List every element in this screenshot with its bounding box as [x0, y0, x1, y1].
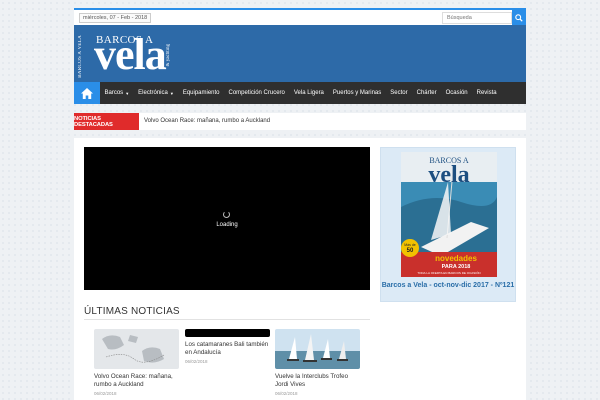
top-bar: miércoles, 07 - Feb - 2018	[74, 8, 526, 25]
caret-down-icon: ▼	[169, 90, 174, 96]
sailboats-thumbnail-image	[275, 329, 360, 369]
nav-item-label: Puertos y Marinas	[332, 90, 382, 96]
section-divider	[84, 319, 370, 320]
nav-item-label: Competición Crucero	[228, 90, 285, 96]
nav-item-electronica[interactable]: Electrónica ▼	[134, 82, 179, 104]
nav-item-label: Ocasión	[445, 90, 468, 96]
nav-item-label: Equipamiento	[182, 90, 220, 96]
nav-item-charter[interactable]: Chárter	[412, 82, 441, 104]
nav-item-vela-ligera[interactable]: Vela Ligera	[289, 82, 328, 104]
current-date: miércoles, 07 - Feb - 2018	[79, 13, 152, 23]
search-input[interactable]	[442, 12, 512, 24]
site-logo[interactable]: vela	[94, 33, 167, 77]
news-thumbnail[interactable]	[94, 329, 179, 369]
news-card[interactable]: Los catamaranes Bali también en Andalucí…	[185, 329, 270, 364]
video-player[interactable]: Loading	[84, 147, 370, 290]
nav-item-sector[interactable]: Sector	[386, 82, 412, 104]
cover-novedades-text: novedades	[435, 254, 477, 263]
nav-item-label: Electrónica	[138, 90, 168, 96]
magazine-cover[interactable]: BARCOS A vela Más de 50 novedades PARA 2…	[401, 152, 497, 277]
search-icon	[515, 13, 523, 22]
nav-item-ocasion[interactable]: Ocasión	[441, 82, 472, 104]
loading-spinner-icon	[223, 211, 230, 218]
nav-item-competicion-crucero[interactable]: Competición Crucero	[224, 82, 289, 104]
magazine-caption-link[interactable]: Barcos a Vela - oct-nov-dic 2017 - Nº121	[381, 281, 515, 290]
main-content: Loading BARCOS A vela Más de 50 novedade…	[74, 138, 526, 400]
map-thumbnail-image	[94, 329, 179, 369]
nav-item-equipamiento[interactable]: Equipamiento	[178, 82, 224, 104]
section-title: ÚLTIMAS NOTICIAS	[84, 306, 180, 317]
magazine-widget: BARCOS A vela Más de 50 novedades PARA 2…	[380, 147, 516, 302]
cover-badge-top-text: Más de	[404, 243, 416, 247]
video-loading-text: Loading	[216, 222, 238, 228]
caret-down-icon: ▼	[125, 90, 130, 96]
nav-item-label: Revista	[476, 90, 497, 96]
nav-item-label: Vela Ligera	[293, 90, 324, 96]
search-button[interactable]	[512, 10, 526, 25]
news-card-title[interactable]: Volvo Ocean Race: mañana, rumbo a Auckla…	[94, 373, 179, 389]
news-card[interactable]: Volvo Ocean Race: mañana, rumbo a Auckla…	[94, 329, 179, 396]
news-thumbnail[interactable]	[275, 329, 360, 369]
news-card-title[interactable]: Vuelve la Interclubs Trofeo Jordi Vives	[275, 373, 360, 389]
nav-item-barcos[interactable]: Barcos ▼	[100, 82, 134, 104]
cover-badge-number: 50	[407, 248, 414, 254]
nav-item-revista[interactable]: Revista	[472, 82, 501, 104]
home-icon	[81, 87, 93, 99]
breaking-news-bar: NOTICIAS DESTACADAS Volvo Ocean Race: ma…	[74, 113, 526, 130]
nav-home-button[interactable]	[74, 82, 100, 104]
news-card-date: 06/02/2018	[275, 391, 298, 396]
cover-year-text: PARA 2018	[442, 264, 471, 270]
cover-vela-text: vela	[428, 162, 469, 188]
news-card[interactable]: Vuelve la Interclubs Trofeo Jordi Vives …	[275, 329, 360, 396]
site-header: BARCOS A VELA BARCOS A vela & yachting	[74, 25, 526, 82]
breaking-news-label: NOTICIAS DESTACADAS	[74, 113, 139, 130]
news-card-date: 06/02/2018	[185, 359, 208, 364]
news-thumbnail[interactable]	[185, 329, 270, 337]
news-card-title[interactable]: Los catamaranes Bali también en Andalucí…	[185, 341, 270, 357]
nav-item-label: Barcos	[104, 90, 124, 96]
nav-item-label: Chárter	[416, 90, 437, 96]
cover-bottom-text: TODA LA OFERTA EN BARCOS DE OCASIÓN	[417, 270, 480, 275]
logo-yachting-text: & yachting	[166, 44, 171, 67]
breaking-news-link[interactable]: Volvo Ocean Race: mañana, rumbo a Auckla…	[144, 118, 270, 124]
logo-side-text: BARCOS A VELA	[78, 35, 83, 78]
magazine-cover-art: BARCOS A vela Más de 50 novedades PARA 2…	[401, 152, 497, 277]
news-card-date: 06/02/2018	[94, 391, 117, 396]
nav-item-label: Sector	[390, 90, 408, 96]
nav-item-puertos-marinas[interactable]: Puertos y Marinas	[328, 82, 385, 104]
main-nav: Barcos ▼ Electrónica ▼ Equipamiento Compet…	[74, 82, 526, 104]
